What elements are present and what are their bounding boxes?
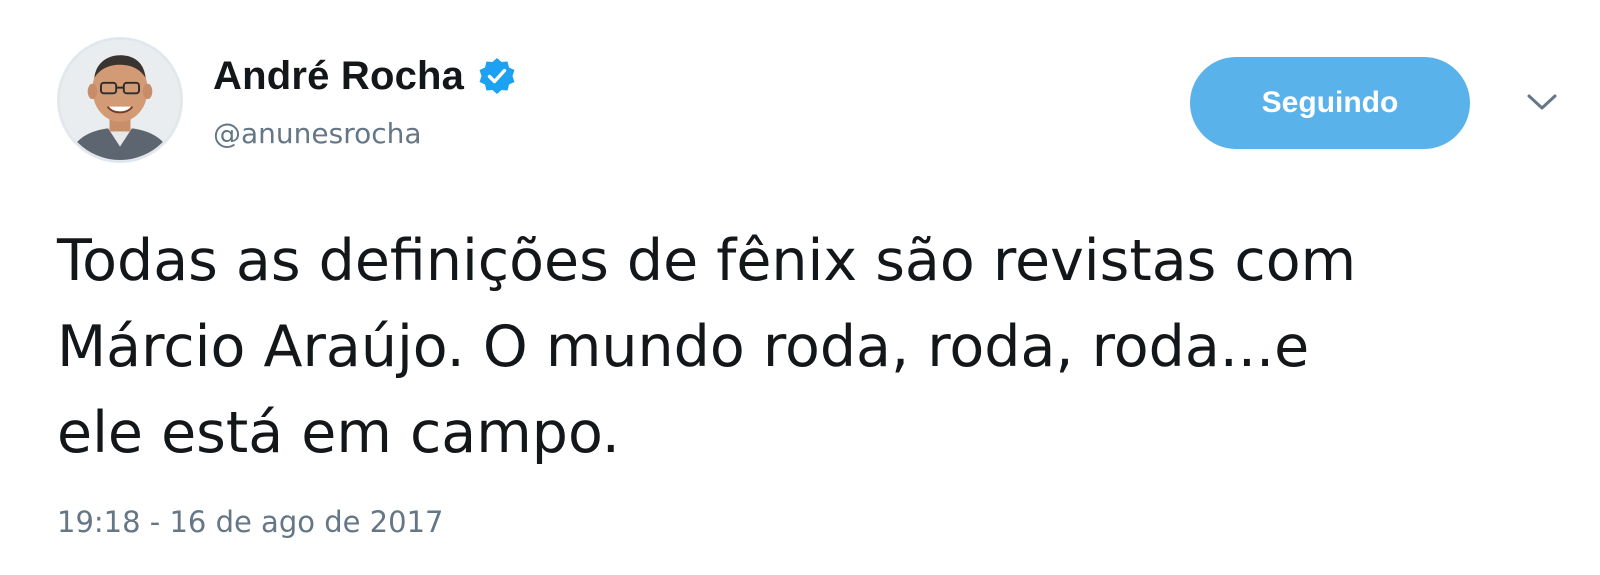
following-button[interactable]: Seguindo [1190,57,1470,149]
user-handle[interactable]: @anunesrocha [213,117,422,150]
tweet-card: André Rocha @anunesrocha Seguindo Todas … [0,0,1600,575]
avatar[interactable] [57,37,183,163]
profile-photo-icon [60,40,180,160]
display-name[interactable]: André Rocha [213,54,464,99]
verified-badge-icon [478,57,516,95]
chevron-down-icon[interactable] [1525,90,1559,114]
tweet-text: Todas as definições de fênix são revista… [57,228,1357,466]
name-row: André Rocha [213,48,516,104]
tweet-timestamp[interactable]: 19:18 - 16 de ago de 2017 [57,505,443,539]
